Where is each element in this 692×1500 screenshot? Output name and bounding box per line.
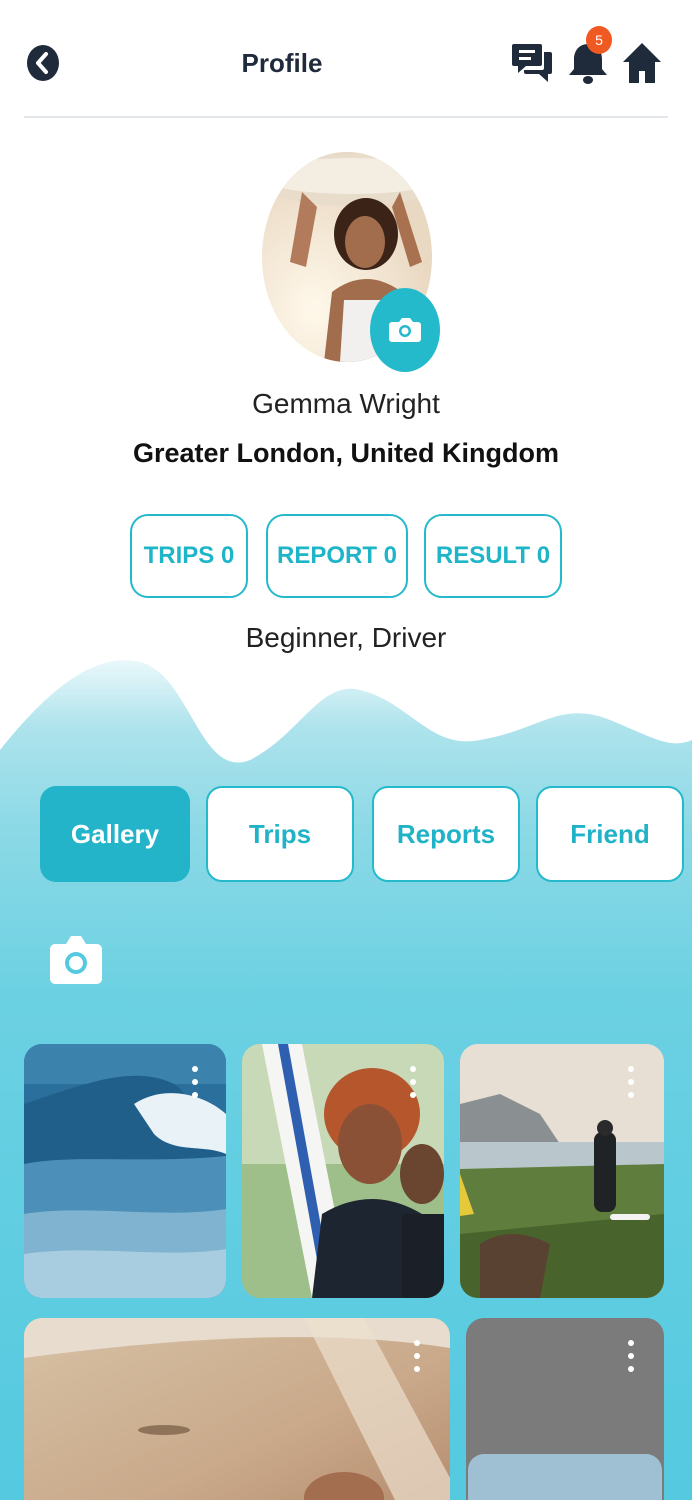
header-divider	[24, 116, 668, 118]
report-count-button[interactable]: REPORT 0	[266, 514, 408, 598]
gallery-photo-beach[interactable]	[460, 1044, 664, 1298]
home-icon[interactable]	[622, 40, 662, 86]
more-vertical-icon[interactable]	[188, 1064, 202, 1100]
user-name: Gemma Wright	[252, 388, 440, 419]
add-photo-button[interactable]	[48, 932, 104, 986]
result-count-button[interactable]: RESULT 0	[424, 514, 562, 598]
trips-count-button[interactable]: TRIPS 0	[130, 514, 248, 598]
change-photo-button[interactable]	[370, 288, 440, 372]
gallery-photo-grey[interactable]	[466, 1318, 664, 1500]
page-title: Profile	[241, 48, 323, 78]
more-vertical-icon[interactable]	[410, 1338, 424, 1374]
user-location: Greater London, United Kingdom	[133, 438, 559, 468]
camera-icon	[389, 318, 421, 342]
gallery-photo-surfboard[interactable]	[24, 1318, 450, 1500]
more-vertical-icon[interactable]	[624, 1064, 638, 1100]
tab-trips[interactable]: Trips	[206, 786, 354, 882]
app-header: Profile 5	[0, 0, 692, 118]
more-vertical-icon[interactable]	[406, 1064, 420, 1100]
tab-friend[interactable]: Friend	[536, 786, 684, 882]
profile-avatar-block	[262, 152, 440, 372]
camera-icon	[50, 936, 102, 984]
chat-bubbles-icon[interactable]	[512, 40, 554, 84]
tab-reports[interactable]: Reports	[372, 786, 520, 882]
notification-badge: 5	[586, 26, 612, 54]
more-vertical-icon[interactable]	[624, 1338, 638, 1374]
gallery-photo-surfers[interactable]	[242, 1044, 444, 1298]
gallery-photo-wave[interactable]	[24, 1044, 226, 1298]
tab-gallery[interactable]: Gallery	[40, 786, 190, 882]
